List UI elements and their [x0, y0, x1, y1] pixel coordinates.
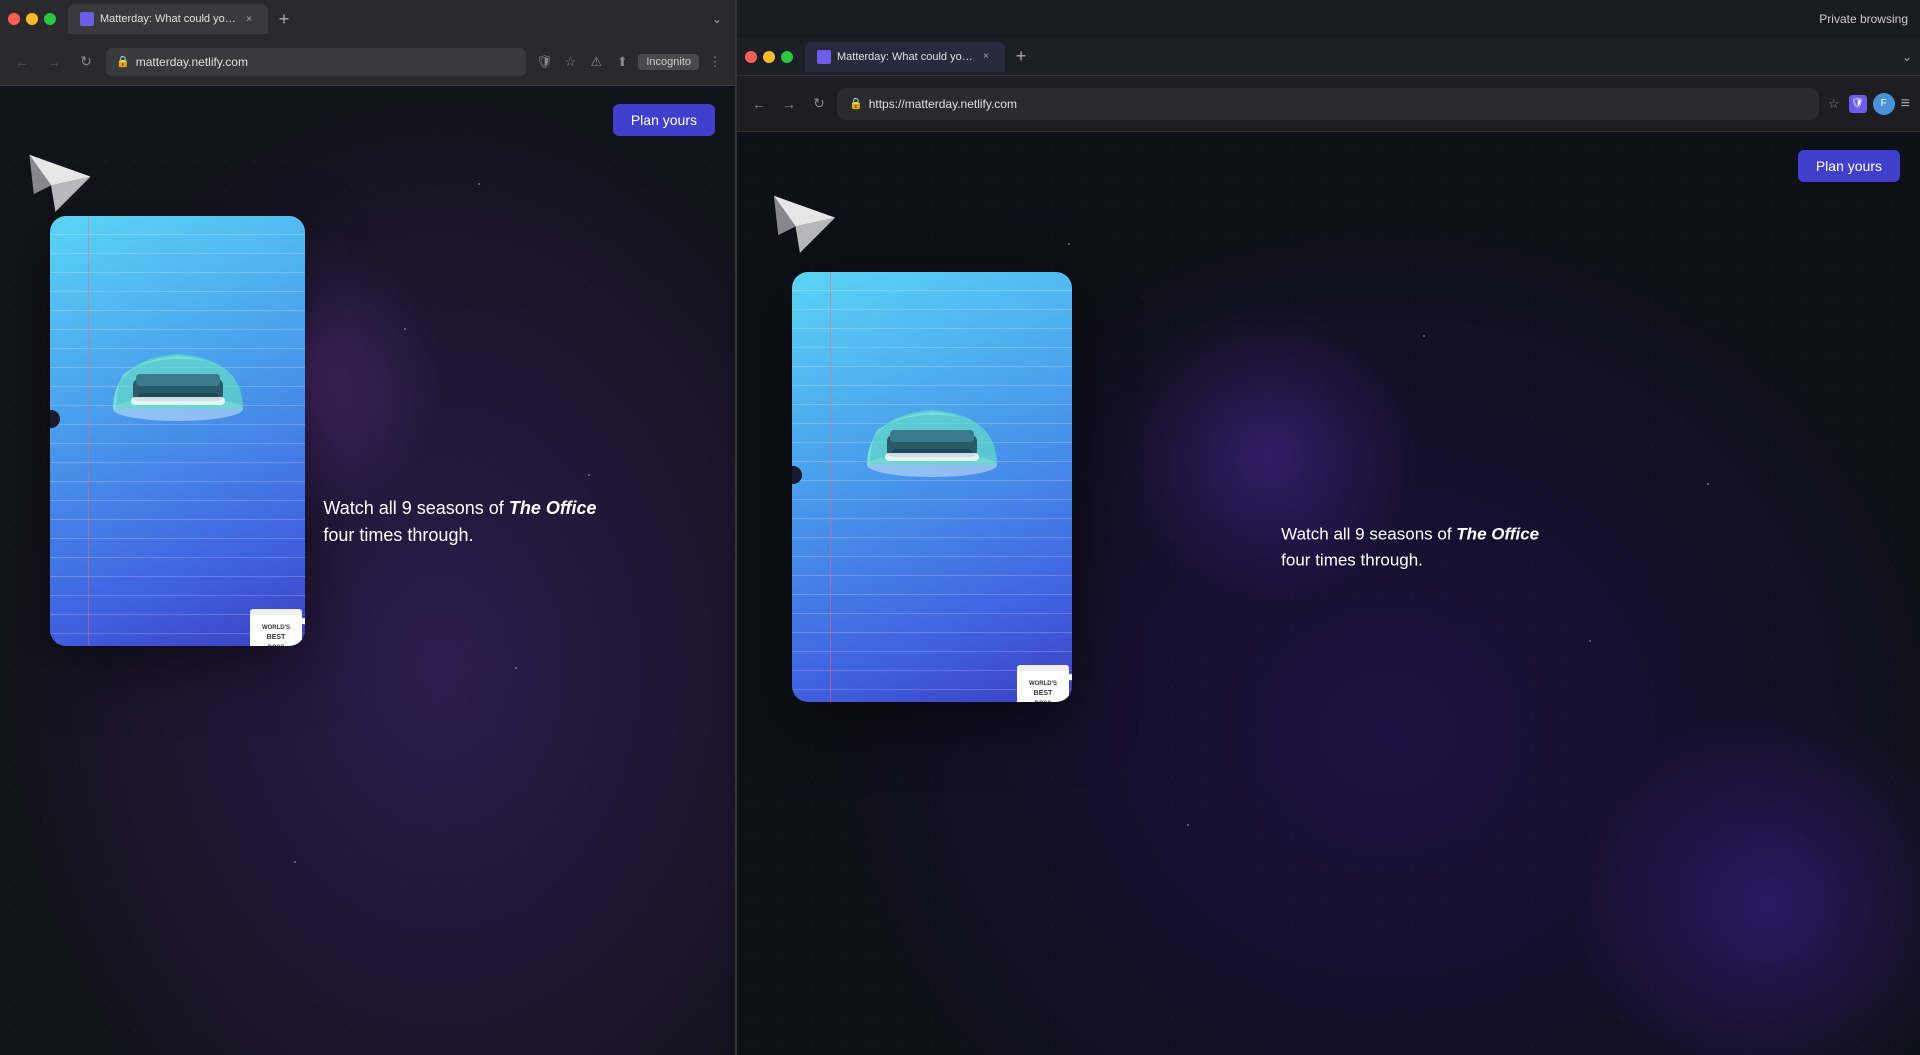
- star-decoration: [1187, 824, 1189, 826]
- profile-icon-right[interactable]: F: [1873, 93, 1895, 115]
- svg-text:WORLD'S: WORLD'S: [262, 625, 290, 631]
- url-text-right: https://matterday.netlify.com: [869, 97, 1017, 111]
- plan-yours-button-left[interactable]: Plan yours: [613, 104, 715, 136]
- right-browser: Private browsing Matterday: What could y…: [737, 0, 1920, 1055]
- shield-icon-left[interactable]: 🛡: [534, 52, 554, 72]
- watch-text-suffix-left: four times through.: [323, 525, 473, 545]
- maximize-window-right[interactable]: [781, 51, 793, 63]
- url-lock-right: 🔒: [849, 97, 863, 110]
- url-bar-left[interactable]: 🔒 matterday.netlify.com: [106, 48, 526, 76]
- tab-close-right[interactable]: ×: [979, 50, 993, 64]
- new-tab-button-right[interactable]: +: [1009, 45, 1033, 69]
- more-button-right[interactable]: ≡: [1901, 95, 1910, 113]
- minimize-window-button[interactable]: [26, 13, 38, 25]
- paper-plane-logo-right: [767, 187, 842, 257]
- refresh-button-left[interactable]: ↻: [74, 50, 98, 74]
- right-tab-bar: Matterday: What could you do... × + ⌄: [737, 38, 1920, 76]
- more-icon-left[interactable]: ⋮: [705, 52, 725, 72]
- minimize-window-right[interactable]: [763, 51, 775, 63]
- back-button-right[interactable]: ←: [747, 92, 771, 116]
- warn-icon-left[interactable]: ⚠: [586, 52, 606, 72]
- stapler-jello-right: [852, 375, 1012, 495]
- active-tab-left[interactable]: Matterday: What could you do... ×: [68, 4, 268, 34]
- star-decoration: [1707, 483, 1709, 485]
- address-bar-actions-left: 🛡 ☆ ⚠ ⬆ Incognito ⋮: [534, 52, 725, 72]
- tab-title-right: Matterday: What could you do...: [837, 51, 973, 63]
- watch-text-left: Watch all 9 seasons of The Office four ti…: [323, 495, 596, 549]
- forward-button-left[interactable]: →: [42, 50, 66, 74]
- watch-text-show-left: The Office: [509, 498, 597, 518]
- tab-bar-right-controls-left: ⌄: [707, 9, 727, 29]
- active-tab-right[interactable]: Matterday: What could you do... ×: [805, 42, 1005, 72]
- watch-text-prefix-right: Watch all 9 seasons of: [1281, 525, 1456, 544]
- star-icon-left[interactable]: ☆: [560, 52, 580, 72]
- url-text-left: matterday.netlify.com: [136, 55, 248, 69]
- watch-text-right: Watch all 9 seasons of The Office four ti…: [1281, 522, 1539, 573]
- forward-button-right[interactable]: →: [777, 92, 801, 116]
- svg-text:BEST: BEST: [1034, 690, 1053, 697]
- tab-dropdown-left[interactable]: ⌄: [707, 9, 727, 29]
- right-address-bar: ← → ↻ 🔒 https://matterday.netlify.com ☆ …: [737, 76, 1920, 132]
- right-page-content: Plan yours: [737, 132, 1920, 1055]
- mug-left: WORLD'S BEST BOSS: [245, 596, 305, 646]
- svg-text:WORLD'S: WORLD'S: [1029, 681, 1057, 687]
- main-card-right: WORLD'S BEST BOSS: [792, 272, 1072, 702]
- left-page-content: Plan yours: [0, 86, 735, 1055]
- watch-text-suffix-right: four times through.: [1281, 550, 1423, 569]
- private-label: Private browsing: [1819, 12, 1908, 26]
- shield-icon-right[interactable]: 🛡: [1849, 95, 1867, 113]
- close-window-button[interactable]: [8, 13, 20, 25]
- share-icon-left[interactable]: ⬆: [612, 52, 632, 72]
- star-decoration: [478, 183, 480, 185]
- star-decoration: [588, 474, 590, 476]
- private-browsing-header: Private browsing: [737, 0, 1920, 38]
- tab-favicon-left: [80, 12, 94, 26]
- main-card-left: WORLD'S BEST BOSS: [50, 216, 305, 646]
- refresh-button-right[interactable]: ↻: [807, 92, 831, 116]
- stapler-jello-left: [98, 319, 258, 439]
- close-window-right[interactable]: [745, 51, 757, 63]
- tab-dropdown-right[interactable]: ⌄: [1902, 50, 1912, 64]
- window-controls-left: [8, 13, 56, 25]
- url-bar-right[interactable]: 🔒 https://matterday.netlify.com: [837, 88, 1819, 120]
- watch-text-show-right: The Office: [1456, 525, 1539, 544]
- tab-favicon-right: [817, 50, 831, 64]
- left-address-bar: ← → ↻ 🔒 matterday.netlify.com 🛡 ☆ ⚠ ⬆ In…: [0, 38, 735, 86]
- card-vertical-line-right: [830, 272, 831, 702]
- card-vertical-line-left: [88, 216, 89, 646]
- url-lock-left: 🔒: [116, 55, 130, 68]
- watch-text-prefix-left: Watch all 9 seasons of: [323, 498, 508, 518]
- plan-yours-button-right[interactable]: Plan yours: [1798, 150, 1900, 182]
- left-browser: Matterday: What could you do... × + ⌄ ← …: [0, 0, 735, 1055]
- tab-close-left[interactable]: ×: [242, 12, 256, 26]
- browser-window: Matterday: What could you do... × + ⌄ ← …: [0, 0, 1920, 1055]
- paper-plane-logo-left: [25, 146, 95, 216]
- bookmark-icon-right[interactable]: ☆: [1825, 95, 1843, 113]
- tab-title-left: Matterday: What could you do...: [100, 13, 236, 25]
- svg-text:BOSS: BOSS: [1034, 701, 1051, 702]
- svg-text:BOSS: BOSS: [267, 645, 284, 646]
- maximize-window-button[interactable]: [44, 13, 56, 25]
- svg-text:BEST: BEST: [267, 634, 286, 641]
- mug-right: WORLD'S BEST BOSS: [1012, 652, 1072, 702]
- back-button-left[interactable]: ←: [10, 50, 34, 74]
- star-decoration: [1589, 640, 1591, 642]
- new-tab-button-left[interactable]: +: [272, 7, 296, 31]
- incognito-badge: Incognito: [638, 54, 699, 70]
- left-tab-bar: Matterday: What could you do... × + ⌄: [0, 0, 735, 38]
